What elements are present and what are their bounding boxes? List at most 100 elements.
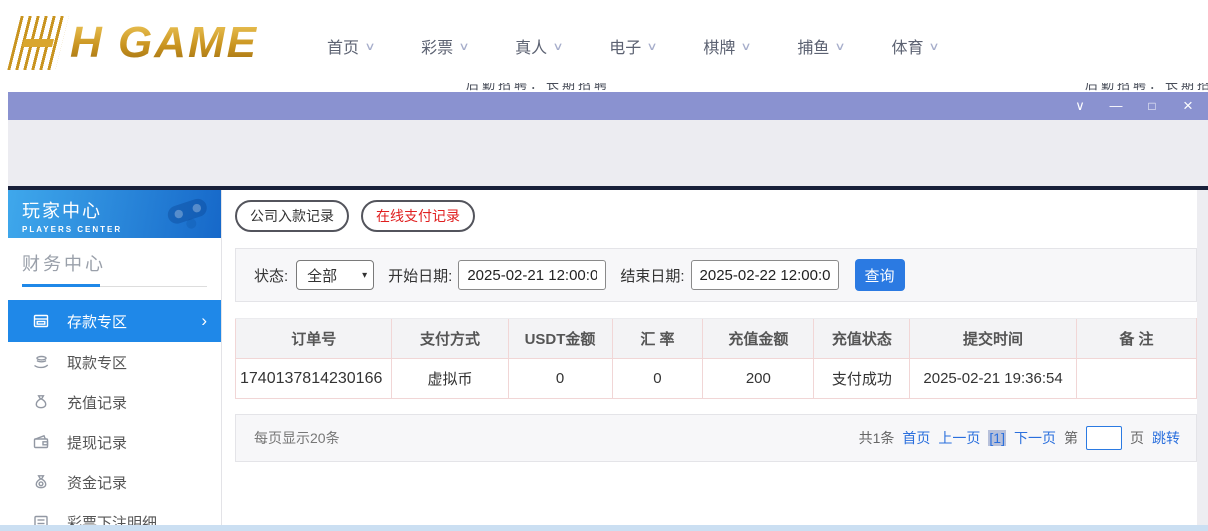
sidebar-item-withdraw-record[interactable]: 提现记录 [8,422,221,462]
logo-hh-game[interactable]: H GAME [14,16,258,70]
sidebar-item-label: 资金记录 [67,472,127,493]
cell-recharge-amount: 200 [703,359,814,399]
chevron-down-icon: ∨ [364,40,375,53]
column-header-submit-time: 提交时间 [910,319,1077,359]
money-bag-coin-icon [32,473,50,491]
sidebar-header: 玩家中心 PLAYERS CENTER [8,190,221,238]
close-icon[interactable]: × [1180,92,1196,120]
tab-online-payment-records[interactable]: 在线支付记录 [361,200,475,232]
column-header-order-no: 订单号 [236,319,392,359]
chevron-down-icon: ∨ [458,40,469,53]
chevron-down-icon: ∨ [835,40,846,53]
sidebar-item-withdraw[interactable]: 取款专区 [8,342,221,382]
total-count-text: 共1条 [859,428,895,448]
dropdown-chevron-icon[interactable]: ∨ [1072,92,1088,120]
nav-item-label: 首页 [327,34,359,58]
jump-suffix-label: 页 [1130,428,1144,448]
end-date-label: 结束日期: [620,265,684,286]
column-header-pay-method: 支付方式 [392,319,508,359]
sidebar-item-deposit[interactable]: 存款专区 › [8,300,221,342]
pagination-controls: 共1条 首页 上一页 [1] 下一页 第 页 跳转 [859,426,1180,450]
nav-item-sports[interactable]: 体育 ∨ [891,34,938,58]
sidebar-menu: 存款专区 › 取款专区 充值记录 [8,300,221,531]
nav-item-live[interactable]: 真人 ∨ [515,34,562,58]
pagination-bar: 每页显示20条 共1条 首页 上一页 [1] 下一页 第 页 跳转 [235,414,1197,462]
nav-item-label: 体育 [891,34,923,58]
next-page-link[interactable]: 下一页 [1014,428,1056,448]
nav-item-label: 捕鱼 [797,34,829,58]
sidebar-section-title: 财务中心 [22,250,207,276]
cell-submit-time: 2025-02-21 19:36:54 [910,359,1077,399]
ticker-text: 后勤招聘：长期招聘 [1085,83,1208,92]
money-bag-icon [32,393,50,411]
player-center-window: 玩家中心 PLAYERS CENTER 财务中心 [8,190,1208,525]
sidebar: 玩家中心 PLAYERS CENTER 财务中心 [8,190,222,525]
page-size-text: 每页显示20条 [254,428,340,448]
chevron-down-icon: ∨ [929,40,940,53]
end-date-input[interactable] [691,260,839,290]
chevron-down-icon: ∨ [741,40,752,53]
logo-stripes-icon [7,16,68,70]
empty-band [8,120,1208,186]
chevron-down-icon: ∨ [647,40,658,53]
nav-item-label: 真人 [515,34,547,58]
sidebar-item-label: 充值记录 [67,392,127,413]
jump-page-input[interactable] [1086,426,1122,450]
payment-records-table: 订单号 支付方式 USDT金额 汇 率 充值金额 充值状态 提交时间 备 注 1… [235,318,1197,399]
main-nav: 首页 ∨ 彩票 ∨ 真人 ∨ 电子 ∨ 棋牌 ∨ 捕鱼 ∨ [327,0,939,92]
cell-remark [1076,359,1196,399]
current-page-indicator: [1] [988,430,1006,446]
start-date-label: 开始日期: [388,265,452,286]
app-window: H GAME 首页 ∨ 彩票 ∨ 真人 ∨ 电子 ∨ 棋牌 ∨ [0,0,1208,531]
cell-recharge-status: 支付成功 [814,359,910,399]
table-header-row: 订单号 支付方式 USDT金额 汇 率 充值金额 充值状态 提交时间 备 注 [236,319,1197,359]
table-row: 1740137814230166 虚拟币 0 0 200 支付成功 2025-0… [236,359,1197,399]
section-divider [22,286,207,287]
nav-item-home[interactable]: 首页 ∨ [327,34,374,58]
first-page-link[interactable]: 首页 [902,428,930,448]
sidebar-item-label: 存款专区 [67,311,127,332]
search-button[interactable]: 查询 [855,259,905,291]
column-header-rate: 汇 率 [612,319,703,359]
deposit-machine-icon [32,312,50,330]
sidebar-item-label: 提现记录 [67,432,127,453]
column-header-usdt-amount: USDT金额 [508,319,612,359]
filter-bar: 状态: 全部 ▾ 开始日期: 结束日期: 查询 [235,248,1197,302]
nav-item-label: 电子 [609,34,641,58]
start-date-input[interactable] [458,260,606,290]
status-label: 状态: [254,265,288,286]
jump-prefix-label: 第 [1064,428,1078,448]
column-header-remark: 备 注 [1076,319,1196,359]
chevron-right-icon: › [201,311,207,331]
ticker-text: 后勤招聘：长期招聘 [466,83,606,92]
nav-item-chess[interactable]: 棋牌 ∨ [703,34,750,58]
nav-item-label: 彩票 [421,34,453,58]
column-header-recharge-amount: 充值金额 [703,319,814,359]
sidebar-item-label: 取款专区 [67,352,127,373]
prev-page-link[interactable]: 上一页 [938,428,980,448]
wallet-icon [32,433,50,451]
window-right-edge [1197,190,1208,525]
nav-item-fishing[interactable]: 捕鱼 ∨ [797,34,844,58]
tab-company-deposit-records[interactable]: 公司入款记录 [235,200,349,232]
sidebar-item-funds-record[interactable]: 资金记录 [8,462,221,502]
content-panel: 公司入款记录 在线支付记录 状态: 全部 ▾ 开始日期: 结束日期: 查询 [223,190,1197,525]
window-titlebar[interactable]: ∨ — □ × [8,92,1208,120]
cell-pay-method: 虚拟币 [392,359,508,399]
status-select[interactable]: 全部 ▾ [296,260,374,290]
hand-coins-icon [32,353,50,371]
nav-item-lottery[interactable]: 彩票 ∨ [421,34,468,58]
nav-item-label: 棋牌 [703,34,735,58]
window-bottom-edge [0,525,1208,531]
record-tabs: 公司入款记录 在线支付记录 [235,200,475,232]
jump-button[interactable]: 跳转 [1152,428,1180,448]
sidebar-item-recharge-record[interactable]: 充值记录 [8,382,221,422]
cell-usdt-amount: 0 [508,359,612,399]
maximize-icon[interactable]: □ [1144,92,1160,120]
cell-order-no: 1740137814230166 [236,359,392,399]
logo-text: H GAME [70,16,258,70]
column-header-recharge-status: 充值状态 [814,319,910,359]
minimize-icon[interactable]: — [1108,92,1124,120]
cell-rate: 0 [612,359,703,399]
nav-item-slots[interactable]: 电子 ∨ [609,34,656,58]
